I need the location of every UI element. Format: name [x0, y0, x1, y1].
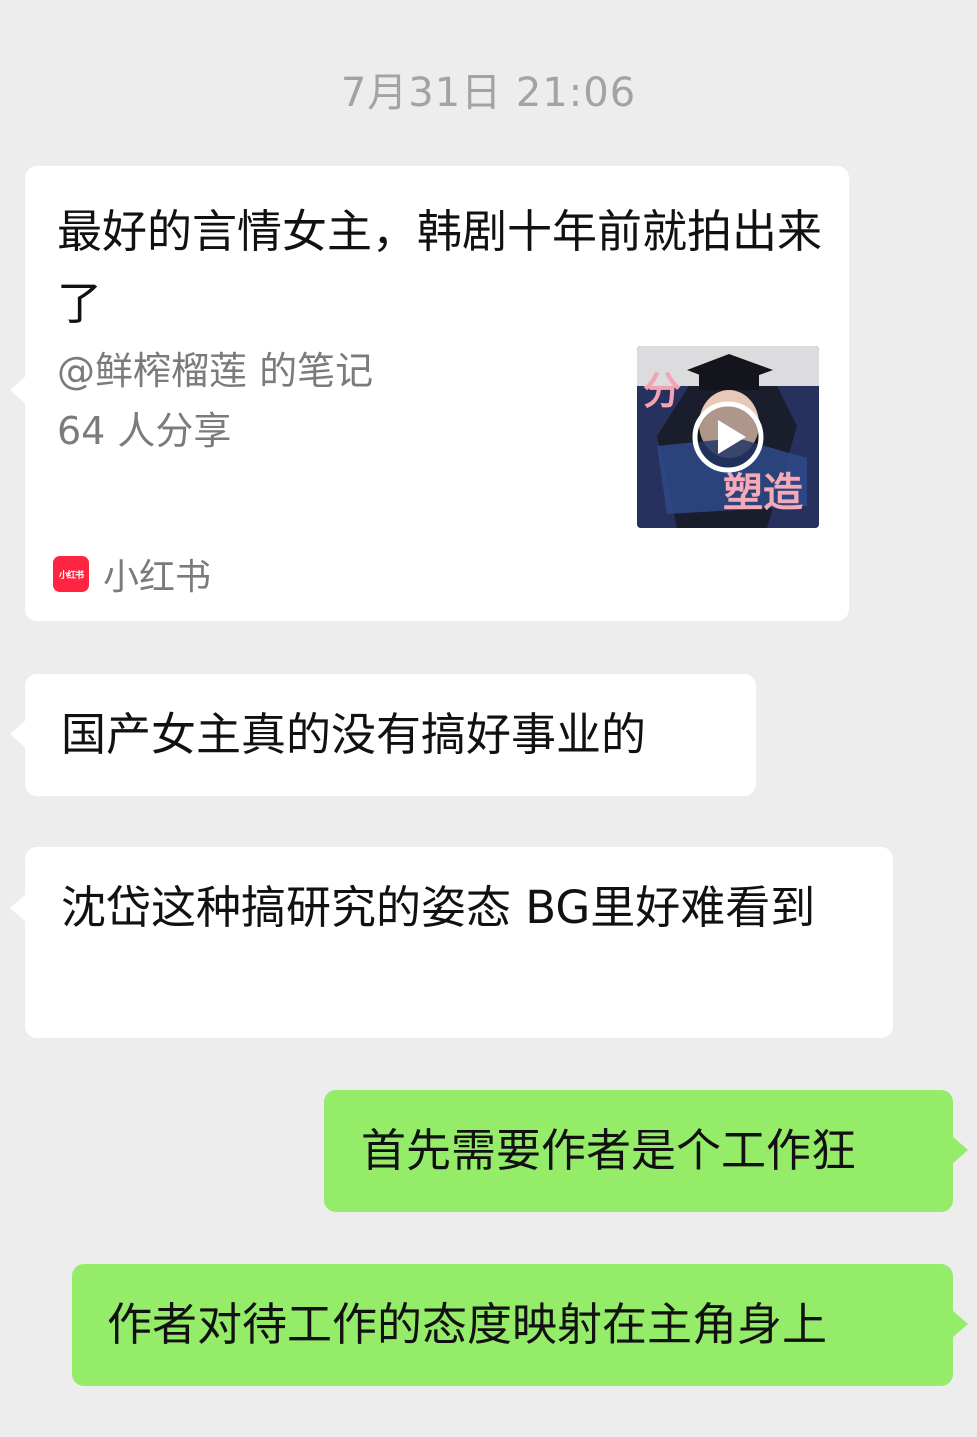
thumbnail-image: 分 塑造: [637, 346, 819, 528]
incoming-message[interactable]: 沈岱这种搞研究的姿态 BG里好难看到: [10, 847, 893, 1038]
outgoing-message[interactable]: 首先需要作者是个工作狂: [324, 1090, 968, 1212]
source-app-name: 小红书: [103, 557, 212, 598]
xiaohongshu-logo-icon: 小红书: [53, 556, 89, 592]
card-author: @鲜榨榴莲 的笔记: [57, 349, 374, 393]
message-timestamp: 7月31日 21:06: [340, 70, 637, 116]
card-video-thumbnail[interactable]: 分 塑造: [637, 346, 819, 528]
incoming-message[interactable]: 国产女主真的没有搞好事业的: [10, 674, 756, 796]
outgoing-message[interactable]: 作者对待工作的态度映射在主角身上: [72, 1264, 968, 1386]
message-text: 国产女主真的没有搞好事业的: [61, 708, 647, 761]
thumbnail-caption: 分: [643, 369, 681, 413]
message-text: 作者对待工作的态度映射在主角身上: [107, 1298, 828, 1351]
message-text: 沈岱这种搞研究的姿态 BG里好难看到: [61, 881, 816, 934]
card-title: 最好的言情女主，韩剧十年前就拍出来了: [57, 205, 823, 330]
card-share-count: 64 人分享: [57, 409, 232, 453]
shared-note-card[interactable]: 最好的言情女主，韩剧十年前就拍出来了 @鲜榨榴莲 的笔记 64 人分享 分 塑造…: [10, 166, 849, 621]
svg-text:塑造: 塑造: [723, 470, 803, 516]
message-text: 首先需要作者是个工作狂: [361, 1124, 857, 1177]
card-source: 小红书 小红书: [53, 554, 211, 598]
